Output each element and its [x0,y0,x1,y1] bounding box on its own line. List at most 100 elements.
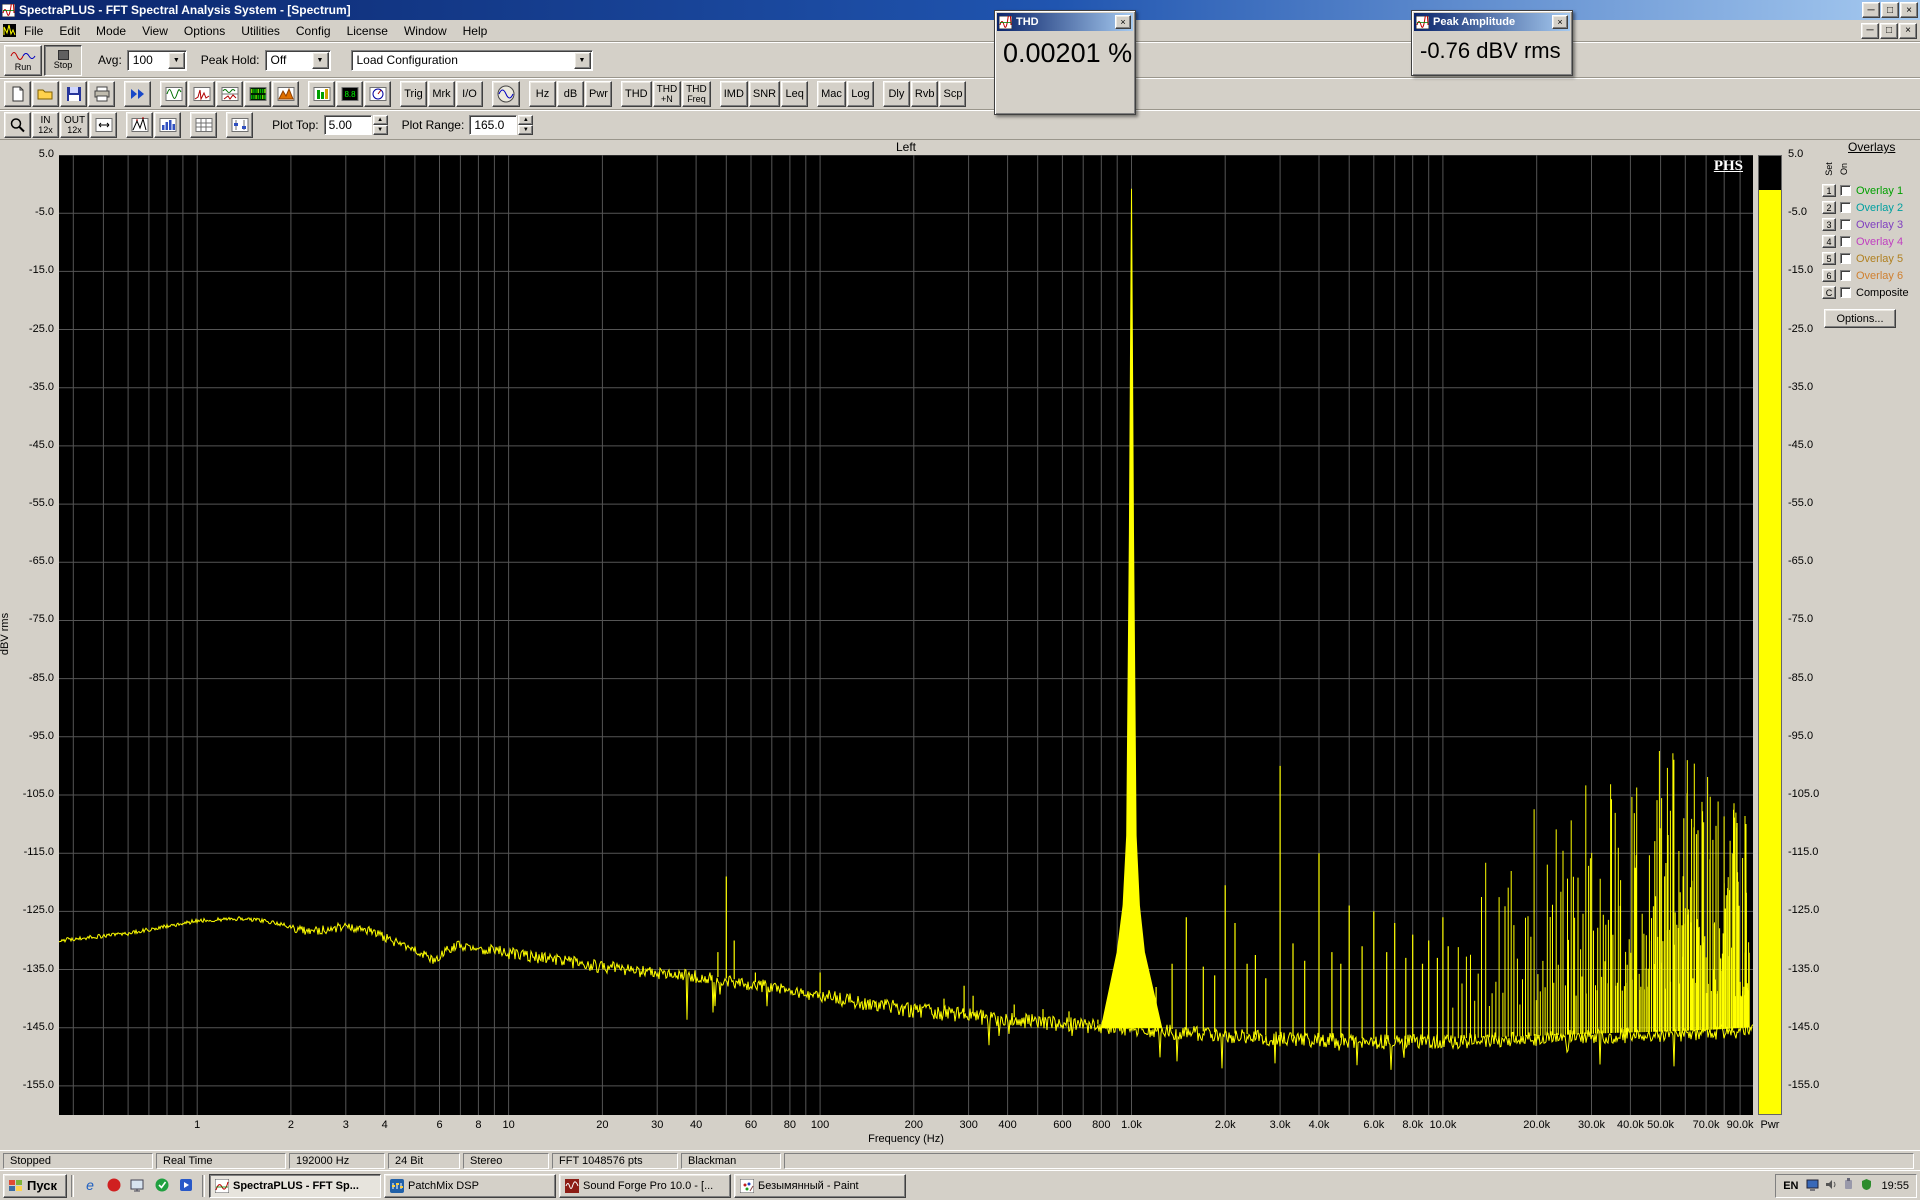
peak-amplitude-close-button[interactable]: × [1552,15,1568,29]
overlay-on-checkbox-C[interactable] [1840,287,1851,298]
rvb-button[interactable]: Rvb [911,81,939,107]
taskbar-task-spectraplus[interactable]: SpectraPLUS - FFT Sp... [209,1174,381,1198]
overlay-set-button-1[interactable]: 1 [1822,184,1836,197]
chevron-down-icon[interactable]: ▼ [312,52,329,69]
overlay-set-button-4[interactable]: 4 [1822,235,1836,248]
histogram-button[interactable] [154,112,181,138]
mrk-button[interactable]: Mrk [428,81,455,107]
plot-range-input[interactable]: 165.0 [469,115,517,135]
overlay-set-button-6[interactable]: 6 [1822,269,1836,282]
view-spectrogram-button[interactable] [244,81,271,107]
db-button[interactable]: dB [557,81,584,107]
menu-file[interactable]: File [16,21,51,41]
thd-close-button[interactable]: × [1115,15,1131,29]
meter-bars-button[interactable] [308,81,335,107]
level-slider-button[interactable] [226,112,253,138]
menu-window[interactable]: Window [396,21,455,41]
view-dual-button[interactable] [216,81,243,107]
plot-range-up-button[interactable]: ▲ [518,115,533,125]
menu-help[interactable]: Help [455,21,496,41]
digits-display-button[interactable]: 8.8 [336,81,363,107]
peak-markers-button[interactable] [126,112,153,138]
snr-button[interactable]: SNR [749,81,780,107]
peak-amplitude-titlebar[interactable]: Peak Amplitude × [1414,13,1570,31]
plot-top-input[interactable]: 5.00 [324,115,372,135]
plot-top-down-button[interactable]: ▼ [373,125,388,135]
stop-button[interactable]: Stop [44,45,82,76]
zoom-range-button[interactable] [90,112,117,138]
trig-button[interactable]: Trig [400,81,427,107]
launcher-red-icon[interactable] [104,1175,124,1195]
chevron-down-icon[interactable]: ▼ [168,52,185,69]
hz-button[interactable]: Hz [529,81,556,107]
overlay-set-button-2[interactable]: 2 [1822,201,1836,214]
leq-button[interactable]: Leq [781,81,808,107]
imd-button[interactable]: IMD [720,81,748,107]
mdi-close-button[interactable]: × [1899,23,1917,39]
thdn-button[interactable]: THD+N [653,81,682,107]
chevron-down-icon[interactable]: ▼ [574,52,591,69]
run-button[interactable]: Run [4,45,42,76]
avg-combo[interactable]: 100 ▼ [127,50,187,71]
taskbar-task-paint[interactable]: Безымянный - Paint [734,1174,906,1198]
out12x-button[interactable]: OUT12x [60,112,89,138]
view-surface-button[interactable] [272,81,299,107]
maximize-button[interactable]: □ [1881,2,1899,18]
print-button[interactable] [88,81,115,107]
taskbar-task-soundforge[interactable]: Sound Forge Pro 10.0 - [... [559,1174,731,1198]
load-configuration-combo[interactable]: Load Configuration ▼ [351,50,593,71]
phase-polar-button[interactable] [364,81,391,107]
tray-volume-icon[interactable] [1824,1178,1837,1191]
title-bar[interactable]: SpectraPLUS - FFT Spectral Analysis Syst… [0,0,1920,20]
thd-titlebar[interactable]: THD × [997,13,1133,31]
pwr-button[interactable]: Pwr [585,81,612,107]
overlay-on-checkbox-1[interactable] [1840,185,1851,196]
dly-button[interactable]: Dly [883,81,910,107]
spectrum-canvas[interactable] [59,155,1753,1115]
overlay-set-button-5[interactable]: 5 [1822,252,1836,265]
save-button[interactable] [60,81,87,107]
clock[interactable]: 19:55 [1881,1180,1909,1192]
open-folder-button[interactable] [32,81,59,107]
view-waveform-button[interactable] [160,81,187,107]
minimize-button[interactable]: ─ [1862,2,1880,18]
spectrum-plot[interactable]: PHS [59,155,1753,1115]
menu-options[interactable]: Options [176,21,233,41]
view-spectrum-button[interactable] [188,81,215,107]
peak-hold-combo[interactable]: Off ▼ [265,50,331,71]
plot-top-up-button[interactable]: ▲ [373,115,388,125]
signal-generator-button[interactable] [492,81,520,107]
peak-amplitude-window[interactable]: Peak Amplitude × -0.76 dBV rms [1411,10,1573,76]
overlay-on-checkbox-3[interactable] [1840,219,1851,230]
tray-usb-icon[interactable] [1842,1178,1855,1191]
menu-view[interactable]: View [134,21,176,41]
internet-explorer-icon[interactable]: e [80,1175,100,1195]
thd-button[interactable]: THD [621,81,652,107]
menu-license[interactable]: License [339,21,396,41]
launcher-green-icon[interactable] [152,1175,172,1195]
io-button[interactable]: I/O [456,81,483,107]
new-file-button[interactable] [4,81,31,107]
mdi-restore-button[interactable]: □ [1880,23,1898,39]
mdi-minimize-button[interactable]: ─ [1861,23,1879,39]
log-button[interactable]: Log [847,81,874,107]
tray-shield-icon[interactable] [1860,1178,1873,1191]
close-button[interactable]: × [1900,2,1918,18]
overlay-on-checkbox-5[interactable] [1840,253,1851,264]
menu-utilities[interactable]: Utilities [233,21,288,41]
grid-table-button[interactable] [190,112,217,138]
overlay-on-checkbox-2[interactable] [1840,202,1851,213]
in12x-button[interactable]: IN12x [32,112,59,138]
thd-window[interactable]: THD × 0.00201 % [994,10,1136,115]
tray-display-icon[interactable] [1806,1178,1819,1191]
taskbar-task-patchmix[interactable]: PatchMix DSP [384,1174,556,1198]
overlay-set-button-C[interactable]: C [1822,286,1836,299]
menu-edit[interactable]: Edit [51,21,88,41]
fast-forward-button[interactable] [124,81,151,107]
mac-button[interactable]: Mac [817,81,846,107]
show-desktop-icon[interactable] [128,1175,148,1195]
start-button[interactable]: Пуск [3,1174,67,1198]
overlay-on-checkbox-4[interactable] [1840,236,1851,247]
launcher-blue-icon[interactable] [176,1175,196,1195]
plot-range-down-button[interactable]: ▼ [518,125,533,135]
